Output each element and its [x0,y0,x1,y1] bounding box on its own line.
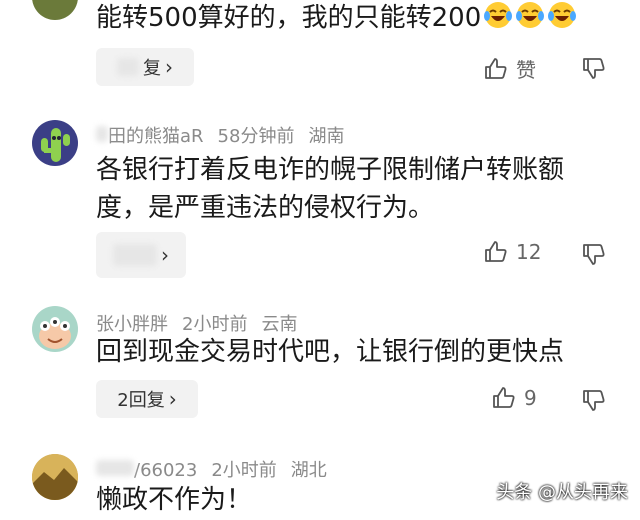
thumb-up-icon [493,387,515,408]
avatar[interactable] [32,454,78,500]
dislike-button[interactable] [582,56,606,84]
comment-meta: 田的熊猫aR 58分钟前 湖南 [96,122,358,148]
avatar[interactable] [32,306,78,352]
username[interactable]: 田的熊猫aR [108,126,204,147]
location: 湖南 [308,126,345,147]
reply-button[interactable]: 2回复 › [96,380,198,418]
like-button[interactable]: 赞 [484,54,536,83]
redacted-text [113,244,157,266]
comment-text: 懒政不作为！ [96,485,253,515]
comment-text: 各银行打着反电诈的幌子限制储户转账额 [96,155,565,185]
landscape-avatar-icon [32,454,78,500]
like-button[interactable]: 9 [492,386,537,410]
laughing-tears-emoji-icon [516,2,545,28]
cactus-avatar-icon [41,128,70,162]
chevron-right-icon: › [161,243,169,267]
chevron-right-icon: › [168,387,177,411]
like-button[interactable]: 12 [484,240,541,264]
watermark: 头条 @从头再来 [496,482,628,503]
comment-meta: /66023 2小时前 湖北 [96,456,341,482]
redacted-text [96,460,134,476]
location: 湖北 [290,460,327,481]
like-count: 9 [524,386,537,410]
chevron-right-icon: › [165,55,173,79]
comment-text: 回到现金交易时代吧，让银行倒的更快点 [96,337,565,367]
dislike-button[interactable] [582,242,606,270]
reply-label: 复 [143,58,161,79]
redacted-text [117,58,139,76]
laughing-tears-emoji-icon [484,2,513,28]
timestamp: 2小时前 [211,460,277,481]
like-label: 赞 [516,58,536,82]
comment-body: 能转500算好的，我的只能转200 [96,3,482,33]
thumb-down-icon [583,244,605,265]
thumb-down-icon [583,390,605,411]
comment-text: 能转500算好的，我的只能转200 [96,0,577,38]
laughing-tears-emoji-icon [548,2,577,28]
avatar[interactable] [32,120,78,166]
dislike-button[interactable] [582,388,606,416]
timestamp: 58分钟前 [217,126,295,147]
avatar[interactable] [32,0,78,20]
reply-label: 2回复 [117,390,165,411]
username[interactable]: /66023 [134,460,197,481]
thumb-down-icon [583,58,605,79]
redacted-text [96,126,108,142]
reply-button[interactable]: 复 › [96,48,194,86]
thumb-up-icon [485,241,507,262]
monster-avatar-icon [39,317,71,349]
like-count: 12 [516,240,542,264]
comment-text: 度，是严重违法的侵权行为。 [96,193,435,223]
thumb-up-icon [485,57,507,79]
reply-button[interactable]: › [96,232,186,278]
